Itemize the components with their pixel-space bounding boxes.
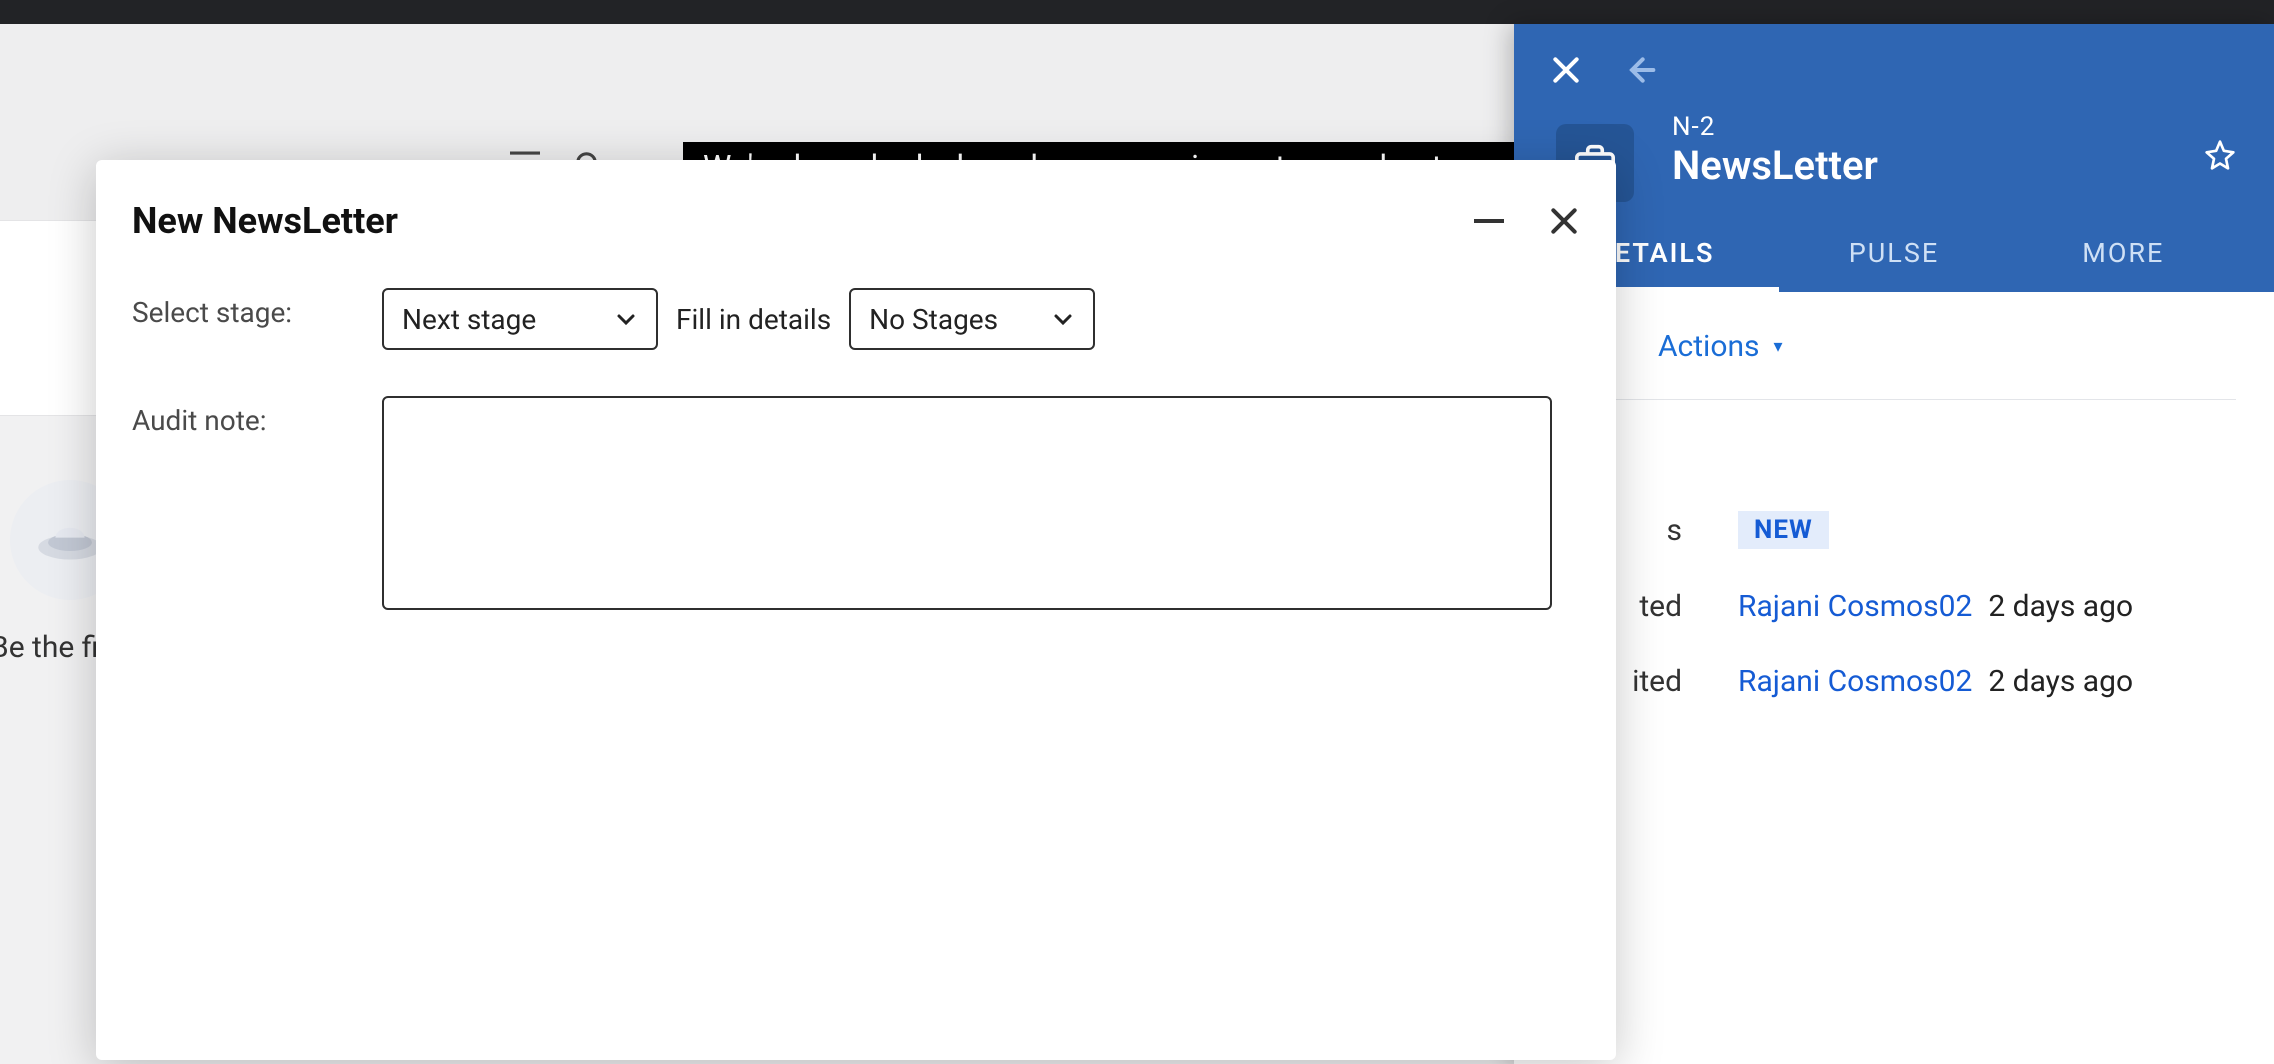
- next-stage-select[interactable]: Next stage: [382, 288, 658, 350]
- record-title: NewsLetter: [1672, 142, 2238, 189]
- audit-note-label: Audit note:: [132, 396, 382, 437]
- record-id: N-2: [1672, 112, 2238, 142]
- caret-down-icon: ▾: [1774, 336, 1783, 357]
- tab-pulse[interactable]: PULSE: [1779, 219, 2008, 292]
- actions-row: it Actions ▾: [1552, 320, 2236, 400]
- side-panel-body: it Actions ▾ ity s NEW ted Rajani Cosmos…: [1514, 292, 2274, 727]
- row-status: s NEW: [1552, 511, 2236, 549]
- fill-in-details-label: Fill in details: [676, 303, 831, 336]
- no-stages-select[interactable]: No Stages: [849, 288, 1095, 350]
- details-side-panel: N-2 NewsLetter ETAILS PULSE MORE it Acti…: [1514, 24, 2274, 1064]
- modal-header: New NewsLetter: [132, 200, 1580, 242]
- actions-menu[interactable]: Actions ▾: [1658, 329, 1783, 364]
- star-icon[interactable]: [2204, 139, 2236, 171]
- close-icon[interactable]: [1548, 205, 1580, 237]
- chevron-down-icon: [1051, 307, 1075, 331]
- side-panel-header: N-2 NewsLetter ETAILS PULSE MORE: [1514, 24, 2274, 292]
- no-stages-value: No Stages: [869, 303, 998, 336]
- row-audit-note: Audit note:: [132, 396, 1580, 610]
- row-select-stage: Select stage: Next stage Fill in details…: [132, 288, 1580, 350]
- updated-user[interactable]: Rajani Cosmos02: [1738, 664, 1972, 699]
- created-user[interactable]: Rajani Cosmos02: [1738, 589, 1972, 624]
- audit-note-input[interactable]: [382, 396, 1552, 610]
- select-stage-label: Select stage:: [132, 288, 382, 329]
- row-created: ted Rajani Cosmos02 2 days ago: [1552, 589, 2236, 624]
- updated-time: 2 days ago: [1988, 664, 2133, 699]
- row-updated: ited Rajani Cosmos02 2 days ago: [1552, 664, 2236, 699]
- minimize-icon[interactable]: [1474, 219, 1504, 223]
- next-stage-value: Next stage: [402, 303, 536, 336]
- empty-state-text: Be the fir: [0, 630, 109, 665]
- created-time: 2 days ago: [1988, 589, 2133, 624]
- section-heading-partial: ity: [1552, 436, 2236, 471]
- back-icon[interactable]: [1624, 54, 1656, 86]
- modal-title: New NewsLetter: [132, 200, 398, 242]
- new-newsletter-modal: New NewsLetter Select stage: Next stage …: [96, 160, 1616, 1060]
- side-panel-tabs: ETAILS PULSE MORE: [1550, 219, 2238, 292]
- status-badge: NEW: [1738, 511, 1829, 549]
- tab-more[interactable]: MORE: [2009, 219, 2238, 292]
- actions-label: Actions: [1658, 329, 1760, 364]
- top-strip: [0, 0, 2274, 24]
- close-panel-icon[interactable]: [1550, 54, 1582, 86]
- chevron-down-icon: [614, 307, 638, 331]
